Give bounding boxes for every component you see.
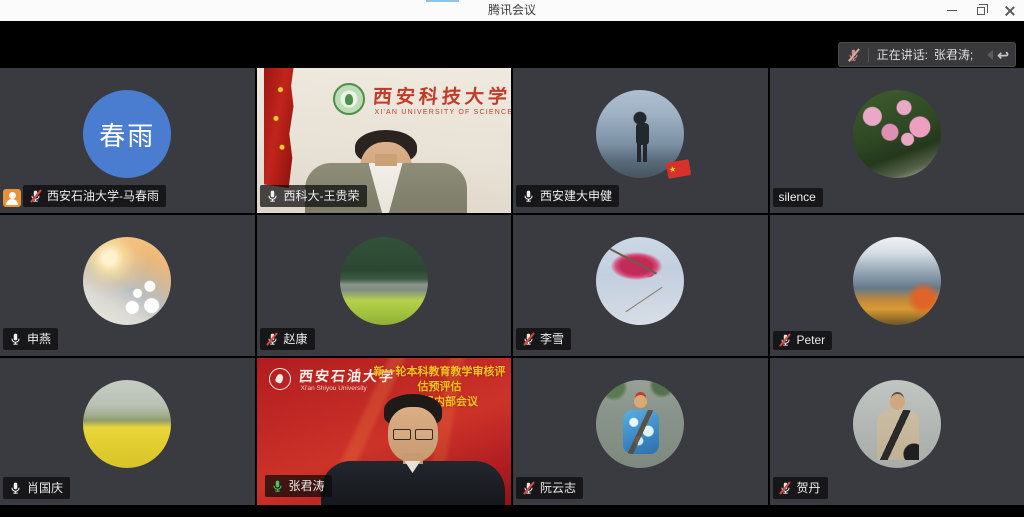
nameplate: 申燕: [3, 328, 58, 350]
mic-muted-icon: [266, 332, 279, 346]
participant-tile-lixue[interactable]: 李雪: [513, 215, 768, 356]
photo-avatar: [853, 237, 941, 325]
participant-name: 申燕: [27, 330, 51, 347]
participant-tile-shenyan[interactable]: 申燕: [0, 215, 255, 356]
restore-icon: [977, 7, 985, 15]
initials-avatar: 春雨: [83, 90, 171, 178]
person-body: [321, 461, 505, 505]
bottom-bar: [0, 505, 1024, 517]
mic-muted-icon: [522, 481, 535, 495]
participant-name: 西安建大申健: [540, 187, 612, 204]
participant-tile-ruanyunzhi[interactable]: 阮云志: [513, 358, 768, 505]
speaking-indicator[interactable]: 正在讲话: 张君涛; ↩: [838, 42, 1016, 67]
nameplate: 肖国庆: [3, 477, 70, 499]
close-icon: [1005, 6, 1015, 16]
nameplate: 西安石油大学-马春雨: [23, 185, 166, 207]
speaking-text: 正在讲话: 张君涛;: [877, 46, 974, 63]
restore-button[interactable]: [966, 0, 995, 21]
participant-tile-wangguirong[interactable]: 西安科技大学 XI'AN UNIVERSITY OF SCIENCE AND T…: [257, 68, 512, 213]
mic-on-icon: [9, 332, 22, 346]
nameplate: 西科大-王贵荣: [260, 185, 367, 207]
participant-tile-zhangjuntao[interactable]: 西安石油大学 Xi'an Shiyou University 新一轮本科教育教学…: [257, 358, 512, 505]
close-button[interactable]: [995, 0, 1024, 21]
photo-avatar: [853, 380, 941, 468]
curved-arrow-icon[interactable]: ↩: [997, 48, 1009, 62]
mic-on-icon: [266, 189, 279, 203]
mic-muted-icon: [779, 481, 792, 495]
minimize-icon: [947, 10, 957, 12]
participant-tile-xiaoguoqing[interactable]: 肖国庆: [0, 358, 255, 505]
participant-name: 西科大-王贵荣: [284, 187, 360, 204]
photo-avatar: [340, 237, 428, 325]
participant-name: 贺丹: [797, 479, 821, 496]
minimize-button[interactable]: [937, 0, 966, 21]
participant-tile-shenjian[interactable]: 西安建大申健: [513, 68, 768, 213]
mic-on-icon: [522, 189, 535, 203]
participant-tile-hedan[interactable]: 贺丹: [770, 358, 1024, 505]
participant-name: 赵康: [284, 330, 308, 347]
university-name-en: Xi'an Shiyou University: [301, 385, 367, 392]
university-logo: [333, 83, 365, 115]
china-flag-backdrop: [264, 68, 294, 188]
participant-tile-machunyu[interactable]: 春雨 西安石油大学-马春雨: [0, 68, 255, 213]
china-flag-badge-icon: [665, 159, 690, 179]
university-logo: [269, 368, 291, 390]
speaker-name: 张君涛;: [934, 48, 973, 62]
nameplate: Peter: [773, 331, 833, 350]
mic-icon: [847, 48, 860, 62]
participant-name: 张君涛: [289, 477, 325, 494]
divider: [868, 48, 869, 62]
photo-avatar: [83, 237, 171, 325]
nameplate: 李雪: [516, 328, 571, 350]
participant-name: silence: [779, 190, 816, 204]
video-grid: 春雨 西安石油大学-马春雨 西安科技大学 XI'AN UNIVERSITY OF…: [0, 68, 1024, 505]
chevron-left-icon[interactable]: [987, 50, 993, 60]
mic-muted-icon: [522, 332, 535, 346]
photo-avatar: [853, 90, 941, 178]
participant-name: 西安石油大学-马春雨: [47, 187, 159, 204]
participant-name: 李雪: [540, 330, 564, 347]
mic-speaking-icon: [271, 479, 284, 493]
nameplate: 赵康: [260, 328, 315, 350]
participant-tile-peter[interactable]: Peter: [770, 215, 1024, 356]
nameplate: 西安建大申健: [516, 185, 619, 207]
photo-avatar: [83, 380, 171, 468]
nameplate: silence: [773, 188, 823, 207]
participant-name: Peter: [797, 333, 826, 347]
photo-avatar: [596, 380, 684, 468]
mic-muted-icon: [29, 189, 42, 203]
host-badge-icon: [3, 189, 21, 207]
university-name-en: XI'AN UNIVERSITY OF SCIENCE AND TECHNOLO…: [375, 109, 512, 116]
participant-name: 肖国庆: [27, 479, 63, 496]
meeting-title-line1: 新一轮本科教育教学审核评估预评估: [374, 366, 506, 393]
nameplate: 阮云志: [516, 477, 583, 499]
photo-avatar: [596, 237, 684, 325]
participant-tile-zhaokang[interactable]: 赵康: [257, 215, 512, 356]
mic-on-icon: [9, 481, 22, 495]
participant-name: 阮云志: [540, 479, 576, 496]
title-bar: 腾讯会议: [0, 0, 1024, 21]
window-title: 腾讯会议: [0, 0, 1024, 21]
window-controls: [937, 0, 1024, 21]
participant-tile-silence[interactable]: silence: [770, 68, 1024, 213]
university-name: 西安科技大学: [371, 82, 511, 109]
speaking-label: 正在讲话:: [877, 48, 928, 62]
nameplate: 贺丹: [773, 477, 828, 499]
mic-muted-icon: [779, 333, 792, 347]
nameplate: 张君涛: [265, 475, 332, 497]
